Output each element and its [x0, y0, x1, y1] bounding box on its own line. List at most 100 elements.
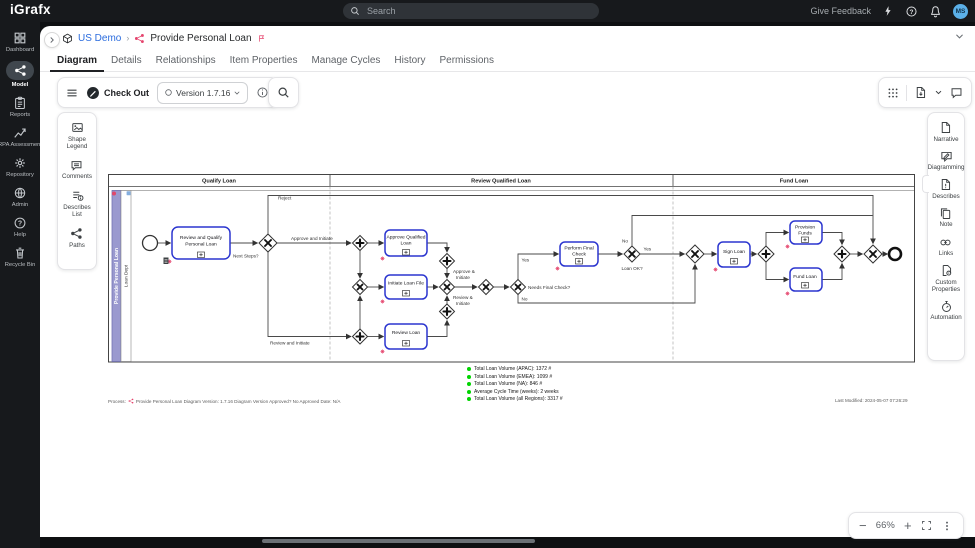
svg-text:Provision: Provision	[795, 225, 815, 231]
zoom-in-button[interactable]: +	[904, 519, 912, 532]
sidebar-item-label: Help	[14, 232, 26, 238]
zoom-out-button[interactable]: −	[859, 519, 867, 532]
global-search[interactable]	[343, 3, 599, 19]
tab-details[interactable]: Details	[104, 50, 149, 72]
tab-diagram[interactable]: Diagram	[50, 50, 105, 72]
menu-icon[interactable]	[66, 87, 78, 99]
collapse-panel-button[interactable]	[44, 32, 60, 48]
breadcrumb-org[interactable]: US Demo	[78, 33, 121, 44]
task-review-loan[interactable]: Review Loan	[384, 323, 428, 350]
task-fund-loan[interactable]: Fund Loan	[789, 267, 823, 292]
flow-label: Review &	[453, 295, 474, 300]
grid-view-icon[interactable]	[887, 87, 899, 99]
attachment-icon	[163, 257, 169, 264]
task-approve-qualified-loan[interactable]: Approve Qualified Loan	[384, 229, 428, 257]
tab-relationships[interactable]: Relationships	[149, 50, 223, 72]
task-sign-loan[interactable]: Sign Loan	[717, 241, 751, 268]
igrafx-logo: iGrafx	[10, 2, 51, 17]
flow-label: Initiate	[456, 301, 470, 306]
tool-describes[interactable]: Describes	[932, 178, 960, 200]
search-icon	[277, 86, 290, 99]
legend-row: Total Loan Volume (APAC): 1372 #	[467, 366, 563, 372]
tool-paths[interactable]: Paths	[69, 227, 85, 249]
fullscreen-icon[interactable]	[921, 520, 932, 531]
tab-history[interactable]: History	[387, 50, 432, 72]
tab-manage-cycles[interactable]: Manage Cycles	[304, 50, 387, 72]
top-bar: iGrafx Give Feedback MS	[0, 0, 975, 22]
repository-icon	[13, 156, 27, 170]
tool-describes-list[interactable]: Describes List	[58, 189, 96, 218]
chevron-down-icon[interactable]	[934, 88, 943, 97]
diagramming-icon	[940, 150, 953, 163]
tool-automation[interactable]: Automation	[930, 300, 962, 322]
avatar[interactable]: MS	[953, 3, 968, 19]
diagram-canvas[interactable]: Qualify Loan Review Qualified Loan Fund …	[108, 172, 916, 364]
horizontal-scrollbar[interactable]	[262, 539, 535, 543]
bell-icon[interactable]	[929, 5, 942, 18]
flow-label: Approve &	[453, 269, 476, 274]
tab-item-properties[interactable]: Item Properties	[223, 50, 305, 72]
automation-icon	[940, 300, 953, 313]
tool-links[interactable]: Links	[939, 236, 953, 258]
tool-shape-legend[interactable]: Shape Legend	[58, 121, 96, 150]
tool-custom-properties[interactable]: Custom Properties	[929, 264, 963, 293]
collapse-header-button[interactable]	[954, 31, 965, 42]
comment-icon[interactable]	[950, 86, 963, 99]
end-event[interactable]	[887, 246, 903, 262]
task-provision-funds[interactable]: Provision Funds	[789, 220, 823, 245]
panel-handle[interactable]	[922, 175, 929, 193]
sidebar-item-model[interactable]: Model	[6, 61, 34, 88]
recycle-bin-icon	[13, 246, 27, 260]
divider	[906, 84, 907, 101]
tool-note[interactable]: Note	[939, 207, 953, 229]
main-panel: US Demo › Provide Personal Loan Diagram …	[40, 26, 975, 539]
sidebar-item-help[interactable]: Help	[13, 216, 27, 238]
legend-dot-icon	[467, 389, 471, 394]
pool-indicator-icon	[112, 191, 116, 196]
start-event[interactable]	[141, 234, 159, 252]
tool-narrative[interactable]: Narrative	[933, 121, 959, 143]
tool-comments[interactable]: Comments	[62, 159, 92, 181]
export-icon[interactable]	[914, 86, 927, 99]
flag-icon	[257, 34, 266, 43]
tab-permissions[interactable]: Permissions	[433, 50, 501, 72]
legend-row: Total Loan Volume (all Regions): 3317 #	[467, 396, 563, 402]
tool-label: Diagramming	[927, 164, 965, 172]
svg-text:Perform Final: Perform Final	[564, 246, 593, 252]
model-icon	[14, 64, 27, 77]
tab-bar: Diagram Details Relationships Item Prope…	[40, 50, 975, 72]
version-dropdown[interactable]: Version 1.7.16	[157, 81, 249, 104]
help-icon	[13, 216, 27, 230]
describes-list-icon	[71, 189, 84, 202]
top-right-actions: Give Feedback MS	[810, 0, 968, 22]
diagram-right-tools: Narrative Diagramming Describes Note Lin…	[922, 112, 965, 361]
diagram-status-line: Process: Provide Personal Loan Diagram V…	[108, 398, 341, 404]
phase-header: Review Qualified Loan	[471, 179, 531, 185]
custom-properties-icon	[940, 264, 953, 277]
check-out-button[interactable]: Check Out	[104, 88, 149, 98]
process-icon	[128, 398, 134, 404]
sidebar-item-rpa-assessment[interactable]: RPA Assessment	[0, 126, 42, 148]
lightning-icon[interactable]	[882, 5, 894, 17]
links-icon	[939, 236, 952, 249]
help-icon[interactable]	[905, 5, 918, 18]
sidebar-item-recycle-bin[interactable]: Recycle Bin	[4, 246, 36, 268]
search-icon	[350, 6, 360, 16]
svg-text:Sign Loan: Sign Loan	[723, 249, 745, 255]
indicator-star-icon	[380, 299, 385, 304]
diagram-search-button[interactable]	[268, 77, 299, 108]
more-options-icon[interactable]	[941, 520, 953, 532]
task-initiate-loan-file[interactable]: Initiate Loan File	[384, 274, 428, 300]
task-perform-final-check[interactable]: Perform Final Check	[559, 241, 599, 267]
search-input[interactable]	[365, 5, 569, 17]
tool-diagramming[interactable]: Diagramming	[927, 150, 965, 172]
tool-label: Shape Legend	[66, 135, 88, 150]
sidebar-item-reports[interactable]: Reports	[10, 96, 30, 118]
sidebar-item-dashboard[interactable]: Dashboard	[6, 31, 34, 53]
sidebar-item-repository[interactable]: Repository	[6, 156, 34, 178]
sidebar-item-admin[interactable]: Admin	[12, 186, 28, 208]
legend-dot-icon	[467, 397, 471, 401]
give-feedback-link[interactable]: Give Feedback	[810, 6, 871, 16]
sidebar-item-label: Recycle Bin	[4, 262, 36, 268]
task-review-and-qualify-personal-loan[interactable]: Review and Qualify Personal Loan	[171, 226, 231, 260]
